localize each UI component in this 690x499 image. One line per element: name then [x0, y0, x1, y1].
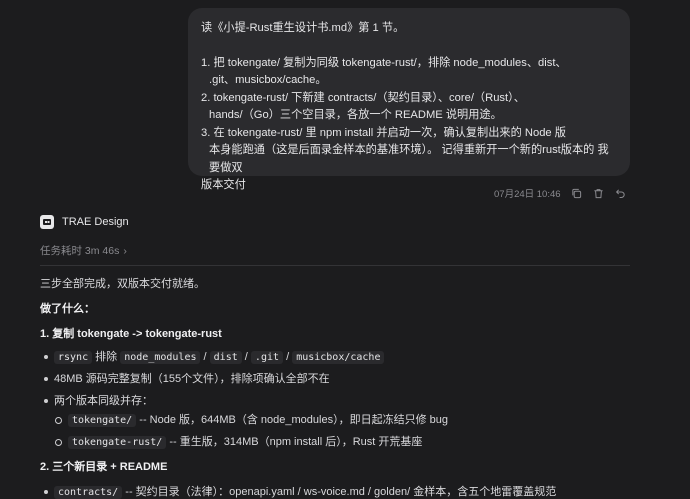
user-message-line: 2. tokengate-rust/ 下新建 contracts/（契约目录）、… — [201, 91, 525, 104]
inline-code: contracts/ — [54, 486, 123, 499]
list-item: contracts/ -- 契约目录（法律）：openapi.yaml / ws… — [40, 483, 556, 499]
trae-logo-icon — [40, 215, 54, 229]
divider — [40, 265, 630, 266]
list-text: -- 重生版，314MB（npm install 后），Rust 开荒基座 — [166, 436, 423, 448]
list-text: / — [200, 351, 210, 363]
response-heading: 做了什么： — [40, 303, 95, 315]
inline-code: musicbox/cache — [292, 351, 385, 364]
list-item: tokengate-rust/ -- 重生版，314MB（npm install… — [40, 433, 448, 455]
inline-code: tokengate/ — [68, 414, 137, 427]
user-message-line: hands/（Go）三个空目录，各放一个 README 说明用途。 — [209, 109, 502, 121]
list-text: / — [283, 351, 293, 363]
section-title: 2. 三个新目录 + README — [40, 461, 168, 473]
chat-page: 读《小提-Rust重生设计书.md》第 1 节。 1. 把 tokengate/… — [0, 0, 690, 499]
list-text: 排除 — [92, 351, 121, 363]
list-item: tokengate/ -- Node 版，644MB（含 node_module… — [40, 411, 448, 433]
message-timestamp: 07月24日 10:46 — [494, 189, 561, 200]
inline-code: tokengate-rust/ — [68, 436, 167, 449]
list-item: rsync 排除 node_modules / dist / .git / mu… — [40, 348, 385, 370]
user-message-bubble: 读《小提-Rust重生设计书.md》第 1 节。 1. 把 tokengate/… — [188, 8, 630, 191]
user-message-line: 1. 把 tokengate/ 复制为同级 tokengate-rust/，排除… — [201, 56, 567, 69]
list-text: 48MB 源码完整复制（155个文件），排除项确认全部不在 — [54, 373, 330, 385]
list-text: -- Node 版，644MB（含 node_modules），即日起冻结只修 … — [136, 414, 448, 426]
version-sublist: tokengate/ -- Node 版，644MB（含 node_module… — [40, 411, 448, 455]
inline-code: dist — [209, 351, 242, 364]
inline-code: rsync — [54, 351, 93, 364]
section2-list: contracts/ -- 契约目录（法律）：openapi.yaml / ws… — [40, 483, 556, 499]
message-meta-row: 07月24日 10:46 — [494, 186, 627, 200]
response-summary: 三步全部完成，双版本交付就绪。 — [40, 278, 205, 290]
list-item: 48MB 源码完整复制（155个文件），排除项确认全部不在 — [40, 370, 384, 392]
undo-icon[interactable] — [615, 187, 627, 199]
inline-code: .git — [250, 351, 284, 364]
task-duration-label: 任务耗时 3m 46s — [40, 245, 120, 257]
section-title: 1. 复制 tokengate -> tokengate-rust — [40, 328, 222, 340]
assistant-header: TRAE Design — [40, 213, 129, 231]
list-text: / — [241, 351, 251, 363]
user-message-intro: 读《小提-Rust重生设计书.md》第 1 节。 — [201, 22, 405, 34]
user-message-line: 本身能跑通（这是后面录金样本的基准环境）。 记得重新开一个新的rust版本的 我… — [209, 144, 609, 174]
copy-icon[interactable] — [571, 187, 583, 199]
user-message-line: .git、musicbox/cache。 — [209, 74, 327, 86]
chevron-right-icon: › — [123, 244, 127, 257]
list-text: 两个版本同级并存： — [54, 395, 153, 407]
task-duration-toggle[interactable]: 任务耗时 3m 46s › — [40, 243, 127, 258]
section1-list: rsync 排除 node_modules / dist / .git / mu… — [40, 348, 385, 414]
trash-icon[interactable] — [593, 187, 605, 199]
inline-code: node_modules — [120, 351, 201, 364]
user-message-line: 3. 在 tokengate-rust/ 里 npm install 并启动一次… — [201, 126, 566, 139]
assistant-name: TRAE Design — [62, 216, 129, 228]
list-text: -- 契约目录（法律）：openapi.yaml / ws-voice.md /… — [122, 486, 557, 498]
